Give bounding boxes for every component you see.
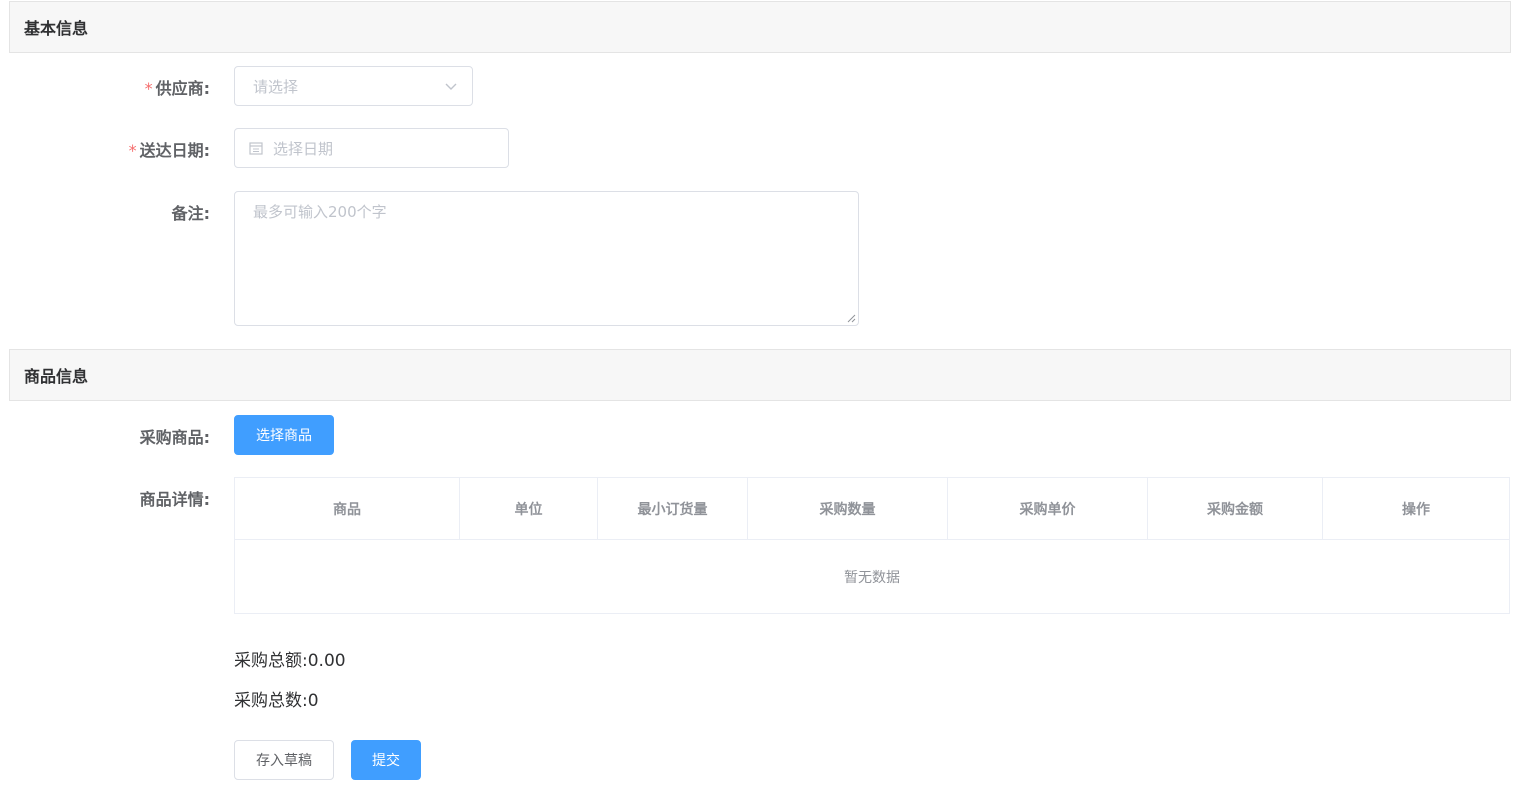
remark-label: 备注: [172, 200, 210, 224]
goods-info-header: 商品信息 [9, 349, 1511, 401]
goods-detail-label: 商品详情: [140, 486, 210, 510]
column-header-goods: 商品 [235, 478, 460, 539]
chevron-down-icon [445, 83, 457, 90]
column-header-unit-price: 采购单价 [948, 478, 1148, 539]
save-draft-button[interactable]: 存入草稿 [234, 740, 334, 780]
goods-detail-label-text: 商品详情: [139, 490, 210, 509]
save-draft-button-label: 存入草稿 [256, 753, 312, 769]
supplier-select[interactable]: 请选择 [234, 66, 473, 106]
remark-placeholder: 最多可输入200个字 [253, 203, 387, 221]
basic-info-header: 基本信息 [9, 1, 1511, 53]
column-header-quantity: 采购数量 [748, 478, 948, 539]
remark-textarea[interactable]: 最多可输入200个字 [234, 191, 859, 326]
total-count-label: 采购总数: [234, 691, 308, 711]
required-mark: * [128, 141, 137, 160]
total-amount-value: 0.00 [307, 651, 346, 671]
column-header-actions: 操作 [1402, 501, 1430, 518]
purchase-goods-label: 采购商品: [140, 424, 210, 448]
supplier-label-text: 供应商: [155, 79, 210, 98]
total-amount: 采购总额:0.00 [234, 646, 346, 671]
submit-button-label: 提交 [372, 753, 400, 769]
select-goods-button-label: 选择商品 [256, 428, 312, 444]
delivery-date-placeholder: 选择日期 [273, 139, 334, 158]
purchase-goods-label-text: 采购商品: [139, 428, 210, 447]
submit-button[interactable]: 提交 [351, 740, 421, 780]
column-header-amount: 采购金额 [1148, 478, 1323, 539]
delivery-date-label-text: 送达日期: [139, 141, 210, 160]
table-header: 商品 单位 最小订货量 采购数量 采购单价 采购金额 操作 [235, 478, 1509, 540]
supplier-placeholder: 请选择 [253, 77, 299, 96]
supplier-label: * 供应商: [145, 75, 210, 99]
total-amount-label: 采购总额: [234, 651, 308, 671]
remark-label-text: 备注: [171, 204, 210, 223]
basic-info-title: 基本信息 [24, 19, 89, 38]
goods-info-title: 商品信息 [24, 367, 89, 386]
goods-detail-table: 商品 单位 最小订货量 采购数量 采购单价 采购金额 操作 暂无数据 [234, 477, 1510, 614]
total-count: 采购总数:0 [234, 686, 319, 711]
table-empty-text: 暂无数据 [844, 569, 900, 586]
resize-grip-icon[interactable] [846, 313, 856, 323]
delivery-date-label: * 送达日期: [129, 137, 210, 161]
select-goods-button[interactable]: 选择商品 [234, 415, 334, 455]
calendar-icon [249, 142, 263, 155]
delivery-date-picker[interactable]: 选择日期 [234, 128, 509, 168]
total-count-value: 0 [307, 691, 319, 711]
column-header-unit: 单位 [460, 478, 598, 539]
column-header-min-order: 最小订货量 [598, 478, 748, 539]
required-mark: * [144, 79, 153, 98]
